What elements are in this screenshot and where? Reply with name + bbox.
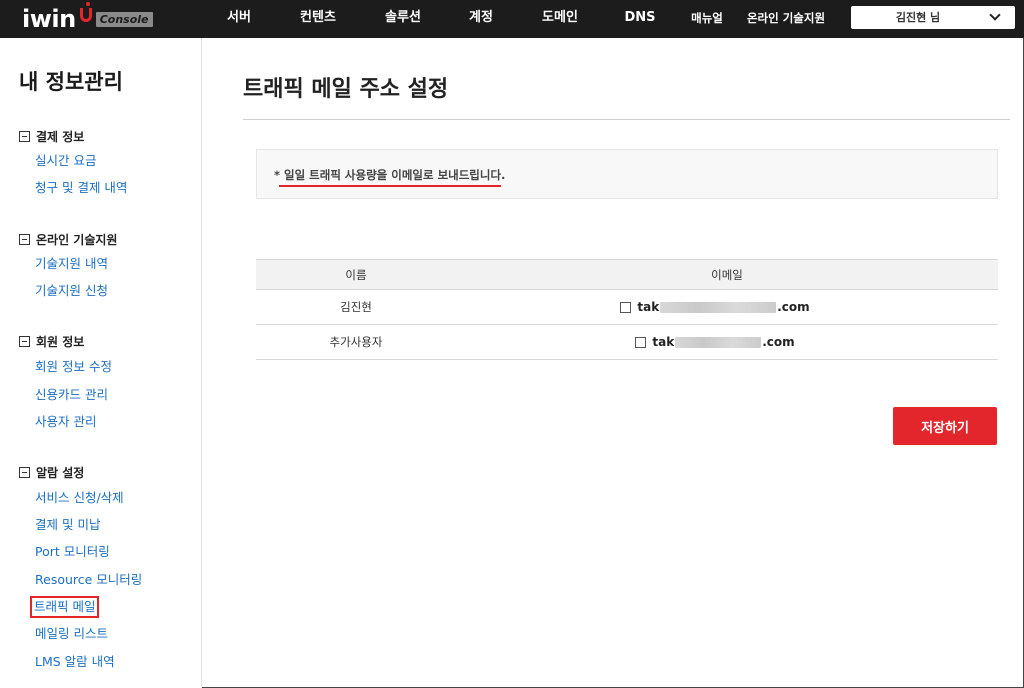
sidebar-group-header[interactable]: 결제 정보: [19, 127, 199, 145]
redacted-email-blur: [660, 301, 777, 313]
chevron-down-icon: [989, 9, 1001, 21]
sidebar-item-billing-history[interactable]: 청구 및 결제 내역: [35, 180, 127, 196]
nav-item-online-support[interactable]: 온라인 기술지원: [747, 0, 825, 38]
sidebar-group-header[interactable]: 온라인 기술지원: [19, 230, 199, 248]
nav-item-manual[interactable]: 매뉴얼: [691, 0, 723, 38]
user-name-label: 김진현 님: [895, 11, 941, 24]
email-checkbox[interactable]: [635, 336, 647, 348]
nav-item-domain[interactable]: 도메인: [542, 0, 578, 38]
sidebar-item-lms-history[interactable]: LMS 알람 내역: [35, 654, 115, 670]
nav-item-account[interactable]: 계정: [469, 0, 493, 38]
table-row: 김진현 tak .com: [256, 290, 998, 325]
console-badge: Console: [95, 11, 153, 27]
sidebar-item-support-request[interactable]: 기술지원 신청: [35, 283, 108, 299]
save-button[interactable]: 저장하기: [893, 407, 997, 445]
nav-item-server[interactable]: 서버: [227, 0, 251, 38]
sidebar-item-payment-unpaid[interactable]: 결제 및 미납: [35, 517, 100, 533]
iwin-logo[interactable]: iwin Console: [22, 2, 153, 34]
nav-item-solution[interactable]: 솔루션: [385, 0, 421, 38]
sidebar-group-alarm: 알람 설정 서비스 신청/삭제 결제 및 미납 Port 모니터링 Resour…: [19, 463, 199, 669]
sidebar-item-support-history[interactable]: 기술지원 내역: [35, 256, 108, 272]
sidebar-group-header[interactable]: 알람 설정: [19, 463, 199, 481]
sidebar-item-traffic-mail[interactable]: 트래픽 메일: [29, 596, 100, 618]
recipient-table: 이름 이메일 김진현 tak .com 추가사용자 tak .com: [256, 259, 998, 360]
nav-item-dns[interactable]: DNS: [624, 0, 655, 38]
sidebar-item-service-request[interactable]: 서비스 신청/삭제: [35, 490, 124, 506]
sidebar-item-realtime-fee[interactable]: 실시간 요금: [35, 153, 96, 169]
sidebar-group-billing: 결제 정보 실시간 요금 청구 및 결제 내역: [19, 127, 199, 195]
sidebar-group-title: 회원 정보: [36, 334, 85, 349]
sidebar-item-credit-card[interactable]: 신용카드 관리: [35, 387, 108, 403]
row-email-cell: tak .com: [456, 325, 998, 359]
row-name: 김진현: [340, 300, 372, 314]
notice-box: * 일일 트래픽 사용량을 이메일로 보내드립니다.: [256, 149, 998, 199]
sidebar-group-title: 알람 설정: [36, 465, 85, 480]
collapse-icon: [19, 130, 30, 142]
logo-text: iwin: [22, 5, 76, 33]
top-navigation-bar: iwin Console 서버 컨텐츠 솔루션 계정 도메인 DNS 매뉴얼 온…: [0, 0, 1024, 38]
email-prefix: tak: [652, 335, 675, 349]
sidebar-group-header[interactable]: 회원 정보: [19, 332, 199, 350]
row-email-cell: tak .com: [456, 290, 998, 324]
header-email: 이메일: [711, 267, 743, 282]
sidebar-item-mailing-list[interactable]: 메일링 리스트: [35, 626, 108, 642]
sidebar-group-support: 온라인 기술지원 기술지원 내역 기술지원 신청: [19, 230, 199, 298]
header-name: 이름: [345, 267, 367, 282]
sidebar-item-port-monitoring[interactable]: Port 모니터링: [35, 544, 110, 560]
notice-text: * 일일 트래픽 사용량을 이메일로 보내드립니다.: [274, 168, 506, 182]
nav-item-contents[interactable]: 컨텐츠: [300, 0, 336, 38]
table-header: 이름 이메일: [256, 259, 998, 290]
collapse-icon: [19, 335, 30, 347]
row-name: 추가사용자: [329, 335, 383, 349]
title-divider: [243, 119, 1010, 120]
email-suffix: .com: [777, 300, 810, 314]
sidebar-title: 내 정보관리: [19, 70, 123, 94]
sidebar-group-title: 결제 정보: [36, 129, 85, 144]
page-title: 트래픽 메일 주소 설정: [243, 77, 449, 102]
collapse-icon: [19, 233, 30, 245]
sidebar-item-resource-monitoring[interactable]: Resource 모니터링: [35, 572, 142, 588]
redacted-email-blur: [675, 336, 762, 348]
sidebar-item-edit-member[interactable]: 회원 정보 수정: [35, 359, 112, 375]
sidebar-group-member: 회원 정보 회원 정보 수정 신용카드 관리 사용자 관리: [19, 332, 199, 429]
table-row: 추가사용자 tak .com: [256, 325, 998, 360]
user-dropdown[interactable]: 김진현 님: [851, 6, 1015, 29]
email-prefix: tak: [637, 300, 660, 314]
collapse-icon: [19, 466, 30, 478]
email-checkbox[interactable]: [620, 301, 632, 313]
sidebar-item-user-management[interactable]: 사용자 관리: [35, 414, 96, 430]
sidebar: 내 정보관리 결제 정보 실시간 요금 청구 및 결제 내역 온라인 기술지원 …: [0, 38, 202, 688]
email-suffix: .com: [762, 335, 795, 349]
notice-highlight-underline: [279, 185, 501, 187]
sidebar-group-title: 온라인 기술지원: [36, 232, 118, 247]
